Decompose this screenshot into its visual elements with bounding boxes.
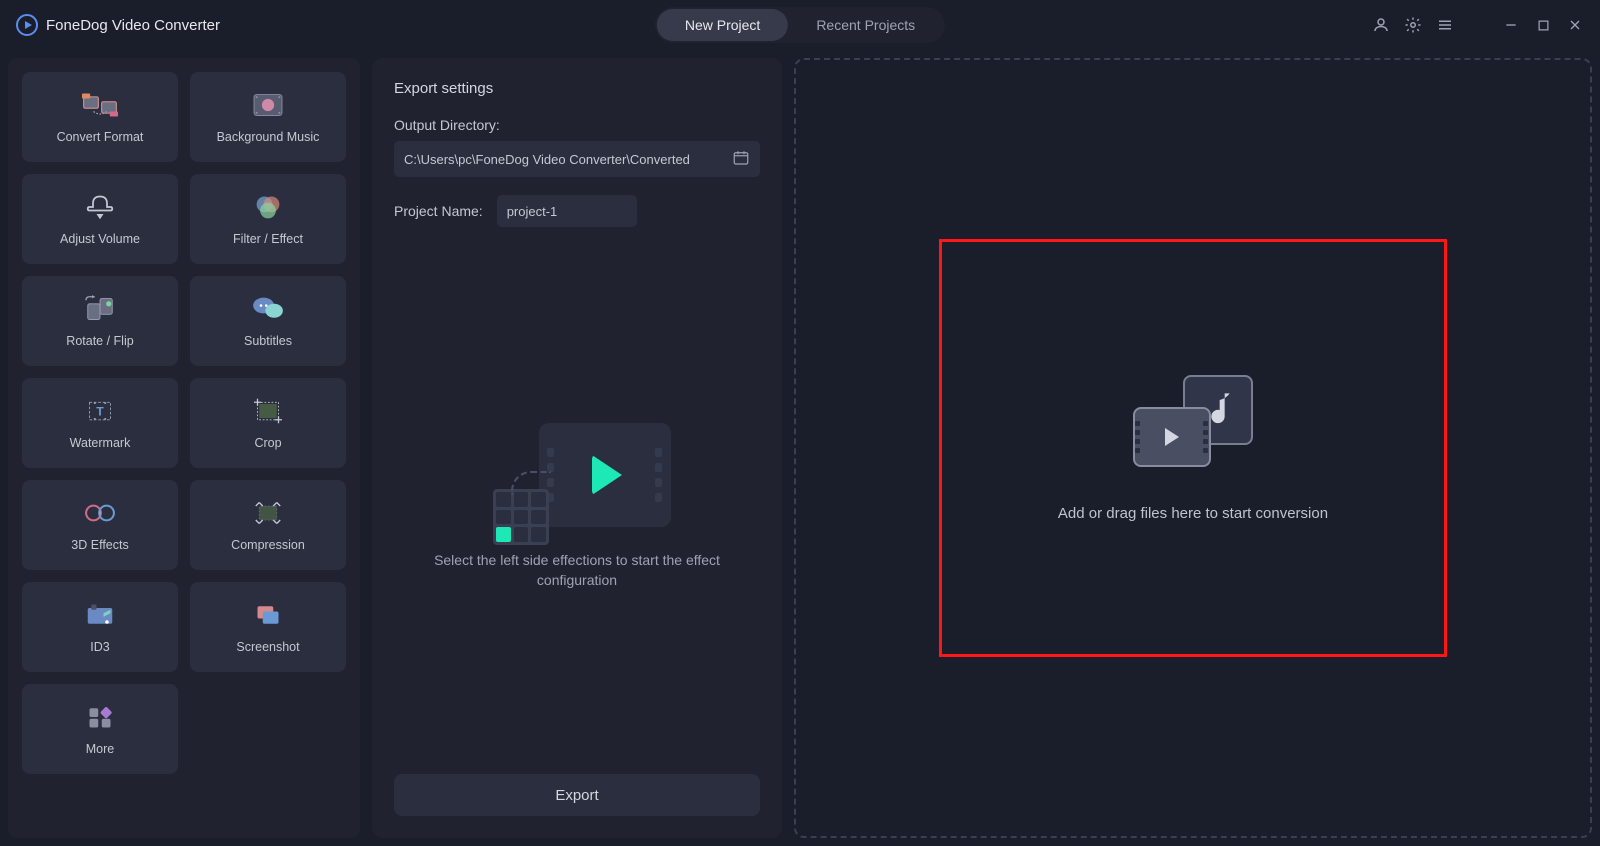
screenshot-icon <box>249 600 287 630</box>
drop-illustration <box>1133 375 1253 467</box>
more-icon <box>81 702 119 732</box>
app-title: FoneDog Video Converter <box>46 17 220 34</box>
id3-icon <box>81 600 119 630</box>
filter-effect-icon <box>249 192 287 222</box>
app-logo: FoneDog Video Converter <box>16 14 220 36</box>
project-name-label: Project Name: <box>394 203 483 219</box>
tools-sidebar: Convert Format Background Music Adjust Vol… <box>8 58 360 838</box>
tool-filter-effect[interactable]: Filter / Effect <box>190 174 346 264</box>
tool-screenshot[interactable]: Screenshot <box>190 582 346 672</box>
output-dir-label: Output Directory: <box>394 117 760 133</box>
tool-label: More <box>86 742 114 756</box>
tool-crop[interactable]: Crop <box>190 378 346 468</box>
titlebar-controls <box>1372 16 1584 34</box>
browse-folder-icon[interactable] <box>732 149 750 170</box>
tool-adjust-volume[interactable]: Adjust Volume <box>22 174 178 264</box>
output-dir-field[interactable]: C:\Users\pc\FoneDog Video Converter\Conv… <box>394 141 760 177</box>
menu-icon[interactable] <box>1436 16 1454 34</box>
tab-recent-projects[interactable]: Recent Projects <box>788 9 943 41</box>
watermark-icon: T <box>81 396 119 426</box>
tool-more[interactable]: More <box>22 684 178 774</box>
convert-format-icon <box>81 90 119 120</box>
logo-icon <box>16 14 38 36</box>
tool-label: Rotate / Flip <box>66 334 133 348</box>
effect-config-area: Select the left side effections to start… <box>394 251 760 762</box>
tool-label: ID3 <box>90 640 109 654</box>
tool-convert-format[interactable]: Convert Format <box>22 72 178 162</box>
tool-rotate-flip[interactable]: Rotate / Flip <box>22 276 178 366</box>
tool-label: Subtitles <box>244 334 292 348</box>
tool-label: Filter / Effect <box>233 232 303 246</box>
output-dir-value: C:\Users\pc\FoneDog Video Converter\Conv… <box>404 152 690 167</box>
effect-illustration <box>483 423 671 527</box>
user-icon[interactable] <box>1372 16 1390 34</box>
tool-watermark[interactable]: T Watermark <box>22 378 178 468</box>
subtitles-icon <box>249 294 287 324</box>
close-button[interactable] <box>1566 16 1584 34</box>
compression-icon <box>249 498 287 528</box>
maximize-button[interactable] <box>1534 16 1552 34</box>
drop-text: Add or drag files here to start conversi… <box>1058 505 1328 522</box>
tab-new-project[interactable]: New Project <box>657 9 788 41</box>
tool-label: Compression <box>231 538 305 552</box>
effect-hint-text: Select the left side effections to start… <box>427 551 727 590</box>
svg-text:T: T <box>96 404 104 418</box>
titlebar: FoneDog Video Converter New Project Rece… <box>0 0 1600 50</box>
tool-background-music[interactable]: Background Music <box>190 72 346 162</box>
adjust-volume-icon <box>81 192 119 222</box>
tool-3d-effects[interactable]: 3D Effects <box>22 480 178 570</box>
tool-id3[interactable]: ID3 <box>22 582 178 672</box>
tool-subtitles[interactable]: Subtitles <box>190 276 346 366</box>
crop-icon <box>249 396 287 426</box>
tool-label: Convert Format <box>57 130 144 144</box>
export-settings-panel: Export settings Output Directory: C:\Use… <box>372 58 782 838</box>
export-button[interactable]: Export <box>394 774 760 816</box>
3d-effects-icon <box>81 498 119 528</box>
tool-label: Crop <box>254 436 281 450</box>
tool-label: Background Music <box>217 130 320 144</box>
project-tabs: New Project Recent Projects <box>655 7 945 43</box>
settings-icon[interactable] <box>1404 16 1422 34</box>
tool-label: 3D Effects <box>71 538 128 552</box>
minimize-button[interactable] <box>1502 16 1520 34</box>
tool-label: Adjust Volume <box>60 232 140 246</box>
background-music-icon <box>249 90 287 120</box>
tool-compression[interactable]: Compression <box>190 480 346 570</box>
drop-highlight-frame: Add or drag files here to start conversi… <box>939 239 1447 657</box>
tool-label: Screenshot <box>236 640 299 654</box>
export-heading: Export settings <box>394 80 760 97</box>
tool-label: Watermark <box>70 436 131 450</box>
video-file-icon <box>1133 407 1211 467</box>
drop-panel[interactable]: Add or drag files here to start conversi… <box>794 58 1592 838</box>
rotate-flip-icon <box>81 294 119 324</box>
project-name-input[interactable] <box>497 195 637 227</box>
